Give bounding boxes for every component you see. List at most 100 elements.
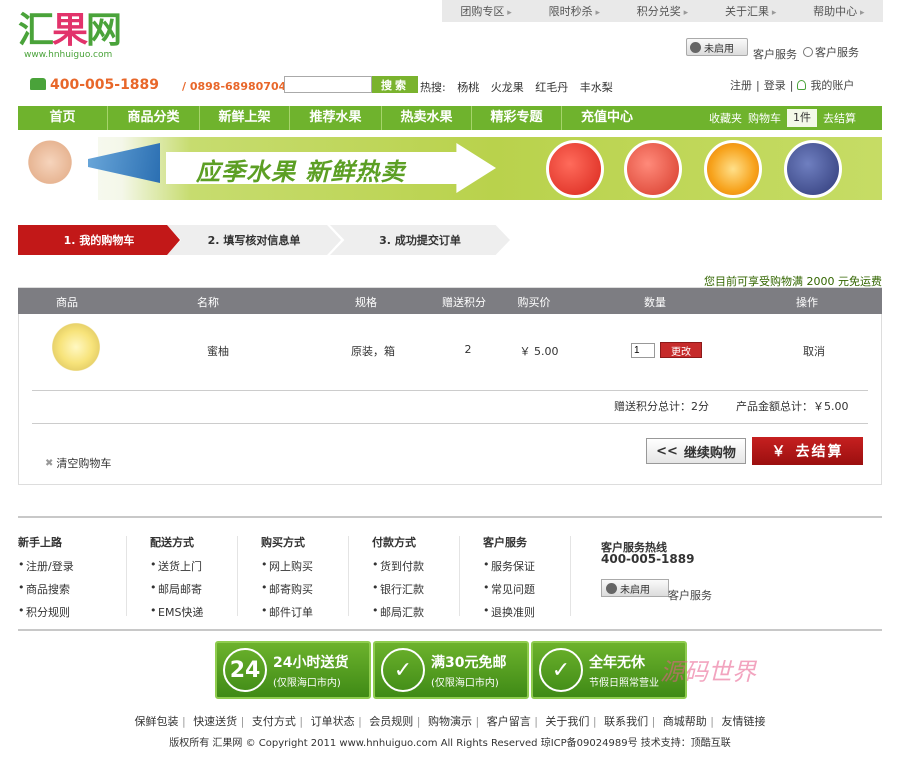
clock-24-icon: 24 <box>223 648 267 692</box>
search-input[interactable] <box>284 76 372 93</box>
main-nav: 首页 商品分类 新鲜上架 推荐水果 热卖水果 精彩专题 充值中心 收藏夹 购物车… <box>18 106 882 130</box>
step-my-cart: 1. 我的购物车 <box>18 225 180 255</box>
continue-shopping-button[interactable]: << 继续购物 <box>646 438 746 464</box>
footer-link[interactable]: 友情链接 <box>722 715 766 728</box>
nav-hot-sale[interactable]: 热卖水果 <box>382 106 472 130</box>
footer-link[interactable]: 邮寄购买 <box>261 581 313 597</box>
divider <box>237 536 238 616</box>
login-link[interactable]: 登录 <box>764 77 786 93</box>
logo-text: 汇果网 <box>18 10 122 51</box>
nav-recharge[interactable]: 充值中心 <box>562 106 652 130</box>
top-link-flash-sale[interactable]: 限时秒杀 <box>549 3 600 19</box>
favorites-link[interactable]: 收藏夹 <box>709 110 742 126</box>
banner-person-image <box>18 137 98 200</box>
my-account-link[interactable]: 我的账户 <box>810 77 854 93</box>
qq-service-button-footer[interactable]: 未启用 <box>601 579 669 597</box>
customer-service-link-1[interactable]: 客户服务 <box>753 46 797 62</box>
qq-service-button[interactable]: 未启用 <box>686 38 748 56</box>
register-link[interactable]: 注册 <box>730 77 752 93</box>
hot-search: 热搜: 杨桃 火龙果 红毛丹 丰水梨 <box>420 79 613 95</box>
hot-search-item[interactable]: 红毛丹 <box>535 81 568 94</box>
footer-link[interactable]: 服务保证 <box>483 558 535 574</box>
close-icon: ✖ <box>45 457 54 469</box>
col-name: 名称 <box>197 296 219 309</box>
clear-cart-link[interactable]: ✖ 清空购物车 <box>45 455 111 471</box>
footer-link[interactable]: EMS快递 <box>150 604 203 620</box>
footer-col-purchase: 购买方式 网上购买邮寄购买邮件订单 <box>261 534 313 627</box>
user-icon <box>803 47 813 57</box>
footer-link[interactable]: 保鲜包装 <box>134 715 189 728</box>
search-button[interactable]: 搜索 <box>372 76 418 93</box>
step-submit-order: 3. 成功提交订单 <box>330 225 510 255</box>
footer-link[interactable]: 快速送货 <box>193 715 248 728</box>
orange-image <box>704 140 762 198</box>
nav-categories[interactable]: 商品分类 <box>108 106 200 130</box>
checkout-button[interactable]: ￥ 去结算 <box>752 437 863 465</box>
top-link-help[interactable]: 帮助中心 <box>813 3 864 19</box>
hotline-number: 400-005-1889 <box>601 552 695 566</box>
separator: | <box>789 78 794 92</box>
footer-link[interactable]: 客户留言 <box>487 715 542 728</box>
amount-total: 产品金额总计：￥5.00 <box>736 400 849 413</box>
product-price: ￥ 5.00 <box>519 345 559 358</box>
product-spec: 原装，箱 <box>351 345 395 358</box>
nav-home[interactable]: 首页 <box>18 106 108 130</box>
step-fill-info: 2. 填写核对信息单 <box>167 225 341 255</box>
account-links: 注册 | 登录 | 我的账户 <box>730 77 854 93</box>
footer-link[interactable]: 会员规则 <box>369 715 424 728</box>
footer-link[interactable]: 商品搜索 <box>18 581 74 597</box>
cart-link[interactable]: 购物车 <box>748 110 781 126</box>
nav-recommended[interactable]: 推荐水果 <box>290 106 382 130</box>
site-logo[interactable]: 汇果网 www.hnhuiguo.com <box>18 12 148 70</box>
hot-search-item[interactable]: 丰水梨 <box>580 81 613 94</box>
nav-topics[interactable]: 精彩专题 <box>472 106 562 130</box>
footer-link[interactable]: 货到付款 <box>372 558 424 574</box>
separator: | <box>756 78 760 92</box>
col-action: 操作 <box>796 296 818 309</box>
footer-link[interactable]: 退换准则 <box>483 604 535 620</box>
watermark: 源码世界 <box>660 658 756 686</box>
footer-link[interactable]: 常见问题 <box>483 581 535 597</box>
footer-link[interactable]: 关于我们 <box>545 715 600 728</box>
footer-link[interactable]: 邮件订单 <box>261 604 313 620</box>
update-quantity-button[interactable]: 更改 <box>660 342 702 358</box>
footer-link[interactable]: 商城帮助 <box>663 715 718 728</box>
nav-new-arrivals[interactable]: 新鲜上架 <box>200 106 290 130</box>
footer-link[interactable]: 联系我们 <box>604 715 659 728</box>
footer-link[interactable]: 网上购买 <box>261 558 313 574</box>
top-link-about[interactable]: 关于汇果 <box>725 3 776 19</box>
remove-item-link[interactable]: 取消 <box>803 343 825 359</box>
nav-checkout-link[interactable]: 去结算 <box>823 110 856 126</box>
hot-search-item[interactable]: 杨桃 <box>457 81 479 94</box>
top-link-group-buy[interactable]: 团购专区 <box>460 3 511 19</box>
footer-mid-line <box>18 629 882 631</box>
copyright: 版权所有 汇果网 © Copyright 2011 www.hnhuiguo.c… <box>169 738 731 749</box>
footer-link[interactable]: 送货上门 <box>150 558 203 574</box>
col-qty: 数量 <box>644 296 666 309</box>
customer-service-link-footer[interactable]: 客户服务 <box>668 587 712 603</box>
qq-icon <box>690 41 701 53</box>
apple-image <box>624 140 682 198</box>
promo-banner[interactable]: 应季水果 新鲜热卖 <box>18 137 882 200</box>
col-price: 购买价 <box>517 296 551 309</box>
cart-table-header: 商品 名称 规格 赠送积分 购买价 数量 操作 <box>18 288 882 314</box>
footer-link[interactable]: 积分规则 <box>18 604 74 620</box>
footer-link[interactable]: 订单状态 <box>311 715 366 728</box>
footer-link[interactable]: 邮局邮寄 <box>150 581 203 597</box>
footer-link[interactable]: 邮局汇款 <box>372 604 424 620</box>
divider <box>32 390 868 391</box>
footer-link[interactable]: 注册/登录 <box>18 558 74 574</box>
col-spec: 规格 <box>355 296 377 309</box>
col-product: 商品 <box>56 296 78 309</box>
hot-search-item[interactable]: 火龙果 <box>491 81 524 94</box>
quantity-input[interactable] <box>631 343 655 358</box>
product-name[interactable]: 蜜柚 <box>207 343 229 359</box>
product-image[interactable] <box>43 320 103 380</box>
strawberry-image <box>546 140 604 198</box>
customer-service-link-2[interactable]: 客户服务 <box>803 44 859 60</box>
footer-link[interactable]: 购物演示 <box>428 715 483 728</box>
footer-link[interactable]: 支付方式 <box>252 715 307 728</box>
footer-link[interactable]: 银行汇款 <box>372 581 424 597</box>
footer-top-line <box>18 516 882 518</box>
top-link-points[interactable]: 积分兑奖 <box>637 3 688 19</box>
